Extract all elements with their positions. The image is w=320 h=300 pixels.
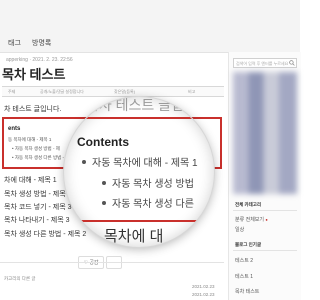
sidebar: 검색어 입력 후 엔터를 누르세요 전체 카테고리 분류 전체보기 ● 일상 블…: [228, 52, 301, 300]
category-title: 전체 카테고리: [235, 202, 262, 207]
category-all-label: 분류 전체보기: [235, 217, 264, 223]
summary-table: 주제 공개/노출/댓글 설정합니다 찾은말(등록) 비고: [2, 86, 224, 97]
new-badge-icon: ●: [265, 217, 268, 222]
magnified-toc-item[interactable]: 자동 목차 생성 다른: [112, 195, 194, 210]
popular-title: 블로그 인기글: [235, 242, 262, 247]
divider: [233, 210, 297, 211]
bullet-icon: [102, 181, 106, 185]
related-posts-label: 카고리의 다른 글: [4, 276, 36, 281]
popular-item[interactable]: 테스트 1: [235, 273, 253, 280]
search-placeholder: 검색어 입력 후 엔터를 누르세요: [236, 61, 288, 66]
magnified-toc-item[interactable]: 자동 목차 생성 방법: [112, 175, 194, 190]
related-date: 2021.02.23: [192, 292, 215, 297]
toc-item[interactable]: • 자동 목차 생성 방법 - 제: [12, 146, 60, 152]
bullet-icon: [102, 201, 106, 205]
body-line: 목차 생성 방법 - 제목 2: [4, 191, 72, 198]
table-header: 비고: [188, 89, 196, 94]
nav-tag[interactable]: 태그: [8, 38, 21, 48]
post-meta: apperking · 2021. 2. 23. 22:56: [6, 57, 73, 63]
blurred-profile: [233, 72, 297, 194]
category-all[interactable]: 분류 전체보기 ●: [235, 216, 268, 223]
nav-guestbook[interactable]: 방명록: [32, 38, 51, 48]
popular-item[interactable]: 목차 테스트: [235, 288, 259, 295]
search-icon[interactable]: [289, 60, 295, 66]
magnified-toc-border: [64, 117, 214, 119]
magnified-toc-title: Contents: [77, 135, 129, 149]
divider: [0, 262, 224, 263]
magnified-intro: 목차 테스트 글입니다.: [86, 97, 214, 113]
body-line: 목차 코드 넣기 - 제목 3: [4, 204, 72, 211]
search-input[interactable]: 검색어 입력 후 엔터를 누르세요: [233, 58, 297, 68]
toc-item[interactable]: 동 목차에 대해 - 제목 1: [8, 137, 51, 143]
table-header: 주제: [8, 89, 16, 94]
toc-title: ents: [8, 126, 21, 132]
magnified-body: 목차에 대: [104, 228, 164, 245]
bullet-icon: [82, 160, 86, 164]
post-intro: 차 테스트 글입니다.: [4, 106, 62, 113]
magnified-toc-item[interactable]: 자동 목차에 대해 - 제목 1: [92, 154, 198, 169]
magnified-toc-border: [64, 220, 214, 222]
toc-item[interactable]: • 자동 목차 생성 다른 방법 -: [12, 155, 64, 161]
body-line: 차에 대해 - 제목 1: [4, 177, 57, 184]
category-item[interactable]: 일상: [235, 226, 244, 233]
popular-item[interactable]: 테스트 2: [235, 257, 253, 264]
body-line: 목차 나타내기 - 제목 3: [4, 217, 70, 224]
related-date: 2021.02.23: [192, 284, 215, 289]
divider: [233, 250, 297, 251]
top-bar: 태그 방명록: [0, 0, 300, 53]
body-line: 목차 생성 다른 방법 - 제목 2: [4, 231, 87, 238]
table-header: 공개/노출/댓글 설정합니다: [40, 89, 84, 94]
post-title: 목차 테스트: [2, 67, 66, 82]
table-header: 찾은말(등록): [114, 89, 136, 94]
magnifier-lens: 목차 테스트 글입니다. Contents 자동 목차에 대해 - 제목 1 자…: [64, 97, 214, 247]
